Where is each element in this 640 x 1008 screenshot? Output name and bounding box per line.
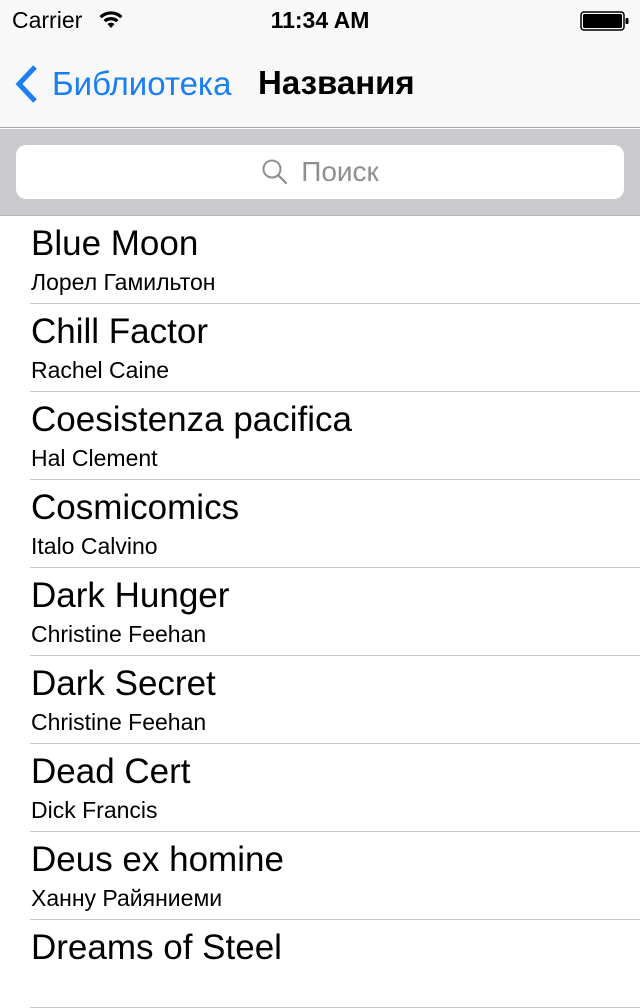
book-author: Rachel Caine xyxy=(31,357,170,383)
book-author: Italo Calvino xyxy=(31,533,158,559)
chevron-left-icon xyxy=(15,65,37,103)
search-icon xyxy=(262,159,288,185)
battery-full-icon xyxy=(580,11,629,31)
book-author: Ханну Райяниеми xyxy=(31,885,223,911)
list-item[interactable]: Dark Hunger Christine Feehan xyxy=(0,568,640,656)
list-item[interactable]: Chill Factor Rachel Caine xyxy=(0,304,640,392)
book-title: Dead Cert xyxy=(31,752,191,791)
book-title: Dark Secret xyxy=(31,664,216,703)
book-title: Coesistenza pacifica xyxy=(31,400,352,439)
list-item[interactable]: Deus ex homine Ханну Райяниеми xyxy=(0,832,640,920)
status-bar: Carrier 11:34 AM xyxy=(0,0,640,40)
list-item[interactable]: Cosmicomics Italo Calvino xyxy=(0,480,640,568)
book-title: Dreams of Steel xyxy=(31,928,282,967)
book-author: Лорел Гамильтон xyxy=(31,269,216,295)
status-time: 11:34 AM xyxy=(270,7,370,33)
list-item[interactable]: Dead Cert Dick Francis xyxy=(0,744,640,832)
book-title: Blue Moon xyxy=(31,224,199,263)
book-author: Christine Feehan xyxy=(31,709,207,735)
book-author: Dick Francis xyxy=(31,797,158,823)
list-item[interactable]: Dreams of Steel xyxy=(0,920,640,1008)
book-author: Hal Clement xyxy=(31,445,158,471)
navigation-bar: Библиотека Названия xyxy=(0,40,640,128)
back-button[interactable]: Библиотека xyxy=(14,62,231,106)
book-author: Christine Feehan xyxy=(31,621,207,647)
book-title: Cosmicomics xyxy=(31,488,240,527)
list-item[interactable]: Dark Secret Christine Feehan xyxy=(0,656,640,744)
search-input[interactable]: Поиск xyxy=(16,145,624,199)
search-bar: Поиск xyxy=(0,129,640,216)
book-title: Deus ex homine xyxy=(31,840,284,879)
page-title: Названия xyxy=(258,64,415,101)
book-title: Dark Hunger xyxy=(31,576,230,615)
list-item[interactable]: Blue Moon Лорел Гамильтон xyxy=(0,216,640,304)
book-list: Blue Moon Лорел Гамильтон Chill Factor R… xyxy=(0,216,640,1008)
book-title: Chill Factor xyxy=(31,312,208,351)
back-button-label: Библиотека xyxy=(52,65,232,102)
list-item[interactable]: Coesistenza pacifica Hal Clement xyxy=(0,392,640,480)
search-placeholder: Поиск xyxy=(301,156,379,187)
